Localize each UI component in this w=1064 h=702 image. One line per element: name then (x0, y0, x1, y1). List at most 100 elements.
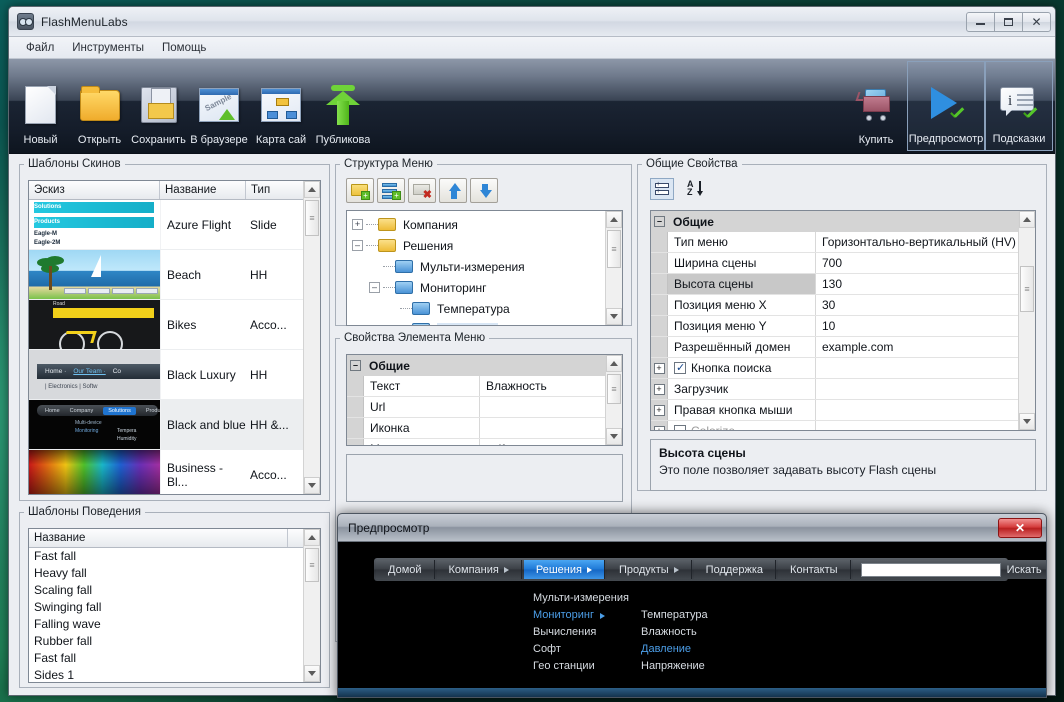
scroll-thumb[interactable] (305, 200, 319, 236)
property-value[interactable] (816, 400, 1018, 420)
maximize-button[interactable] (994, 12, 1023, 32)
scroll-up-arrow[interactable] (606, 211, 622, 228)
preview-submenu-item[interactable]: Температура (641, 607, 771, 624)
property-row[interactable]: Метод открытия self (347, 439, 605, 445)
preview-close-button[interactable]: ✕ (998, 518, 1042, 538)
property-row[interactable]: Url (347, 397, 605, 418)
behavior-list-scrollbar[interactable] (303, 529, 320, 682)
list-item[interactable]: Swinging fall (29, 599, 303, 616)
tree-node[interactable]: – Решения (352, 235, 605, 256)
item-property-grid[interactable]: – Общие Текст Влажность Url (346, 354, 623, 446)
property-value[interactable]: Влажность (480, 376, 605, 396)
list-item[interactable]: Heavy fall (29, 565, 303, 582)
scroll-down-arrow[interactable] (304, 477, 320, 494)
categorized-view-button[interactable] (650, 178, 674, 200)
property-value[interactable]: example.com (816, 337, 1018, 357)
scroll-thumb[interactable] (607, 374, 621, 404)
property-value[interactable] (816, 358, 1018, 378)
preview-submenu-item[interactable]: Мульти-измерения (533, 590, 673, 607)
scroll-down-arrow[interactable] (1019, 413, 1035, 430)
property-value[interactable] (480, 397, 605, 417)
move-up-button[interactable] (439, 178, 467, 203)
skin-col-type[interactable]: Тип (246, 181, 305, 199)
collapse-icon[interactable]: – (350, 360, 361, 371)
tree-node[interactable]: + Компания (352, 214, 605, 235)
tree-node[interactable]: – Мониторинг (352, 277, 605, 298)
toolbar-preview-button[interactable]: Предпросмотр (907, 61, 985, 151)
property-row[interactable]: + Кнопка поиска (651, 358, 1018, 379)
property-row[interactable]: Ширина сцены 700 (651, 253, 1018, 274)
list-item[interactable]: Fast fall (29, 650, 303, 667)
scroll-up-arrow[interactable] (304, 529, 320, 546)
toolbar-buy-button[interactable]: Купить (845, 61, 907, 151)
property-value[interactable]: Горизонтально-вертикальный (HV) (816, 232, 1018, 252)
property-value[interactable]: 30 (816, 295, 1018, 315)
checkbox-unchecked-icon[interactable] (674, 425, 686, 430)
scroll-up-arrow[interactable] (606, 355, 622, 372)
toolbar-browser-button[interactable]: Sample В браузере (188, 61, 250, 151)
general-grid-scrollbar[interactable] (1018, 211, 1035, 430)
scroll-up-arrow[interactable] (1019, 211, 1035, 228)
property-row[interactable]: Позиция меню X 30 (651, 295, 1018, 316)
property-row[interactable]: Высота сцены 130 (651, 274, 1018, 295)
property-row[interactable]: Иконка (347, 418, 605, 439)
preview-menu-support[interactable]: Поддержка (694, 560, 776, 579)
search-input[interactable] (861, 563, 1001, 577)
scroll-down-arrow[interactable] (304, 665, 320, 682)
list-item[interactable]: Rubber fall (29, 633, 303, 650)
preview-menu-products[interactable]: Продукты (607, 560, 692, 579)
add-subitem-button[interactable]: + (377, 178, 405, 203)
minimize-button[interactable] (966, 12, 995, 32)
property-row[interactable]: + Правая кнопка мыши (651, 400, 1018, 421)
property-value[interactable] (816, 421, 1018, 430)
behavior-col-name[interactable]: Название (29, 529, 288, 547)
list-item[interactable]: Falling wave (29, 616, 303, 633)
toolbar-open-button[interactable]: Открыть (70, 61, 129, 151)
property-row[interactable]: Текст Влажность (347, 376, 605, 397)
general-property-grid[interactable]: – Общие Тип меню Горизонтально-вертикаль… (650, 210, 1036, 431)
preview-menu-contacts[interactable]: Контакты (778, 560, 851, 579)
preview-submenu-item[interactable]: Давление (641, 641, 771, 658)
preview-submenu-item[interactable]: Напряжение (641, 658, 771, 675)
tree-node[interactable]: Температура (352, 298, 605, 319)
property-value[interactable]: self (480, 439, 605, 445)
tree-node[interactable]: Мульти-измерения (352, 256, 605, 277)
skin-col-thumb[interactable]: Эскиз (29, 181, 160, 199)
alphabetical-sort-button[interactable]: AZ (684, 178, 708, 200)
toolbar-tips-button[interactable]: i Подсказки (985, 61, 1053, 151)
collapse-icon[interactable]: – (654, 216, 665, 227)
scroll-down-arrow[interactable] (606, 308, 622, 325)
scroll-up-arrow[interactable] (304, 181, 320, 198)
table-row[interactable]: Home · Our Team · Co | Electronics | Sof… (29, 350, 303, 400)
scroll-thumb[interactable] (607, 230, 621, 268)
list-item[interactable]: Scaling fall (29, 582, 303, 599)
property-row[interactable]: + Загрузчик (651, 379, 1018, 400)
preview-menu-solutions[interactable]: Решения (524, 560, 605, 579)
expand-icon[interactable]: + (654, 363, 665, 374)
property-row[interactable]: + Colorize (651, 421, 1018, 430)
table-row[interactable]: Business - Bl... Acco... (29, 450, 303, 494)
tree-node[interactable]: ✓ Влажность (352, 319, 605, 325)
behavior-templates-list[interactable]: Название Fast fall Heavy fall Scaling fa… (28, 528, 321, 683)
delete-item-button[interactable]: ✖ (408, 178, 436, 203)
expand-icon[interactable]: + (654, 384, 665, 395)
table-row[interactable]: Solutions Products Eagle-M Eagle-2M Azur… (29, 200, 303, 250)
property-value[interactable] (816, 379, 1018, 399)
skin-templates-list[interactable]: Эскиз Название Тип Solutions Products Ea… (28, 180, 321, 495)
add-item-button[interactable]: + (346, 178, 374, 203)
menu-tools[interactable]: Инструменты (63, 39, 153, 57)
property-category[interactable]: – Общие (347, 355, 605, 376)
expand-icon[interactable]: + (654, 426, 665, 431)
scroll-thumb[interactable] (305, 548, 319, 582)
property-row[interactable]: Тип меню Горизонтально-вертикальный (HV) (651, 232, 1018, 253)
toolbar-new-button[interactable]: Новый (11, 61, 70, 151)
property-value[interactable]: 130 (816, 274, 1018, 294)
collapse-icon[interactable]: – (352, 240, 363, 251)
scroll-down-arrow[interactable] (606, 428, 622, 445)
property-category[interactable]: – Общие (651, 211, 1018, 232)
property-row[interactable]: Разрешённый домен example.com (651, 337, 1018, 358)
table-row[interactable]: Home Company Solutions Produc Multi-devi… (29, 400, 303, 450)
list-item[interactable]: Fast fall (29, 548, 303, 565)
table-row[interactable]: Road Bikes Acco... (29, 300, 303, 350)
preview-menu-home[interactable]: Домой (376, 560, 435, 579)
